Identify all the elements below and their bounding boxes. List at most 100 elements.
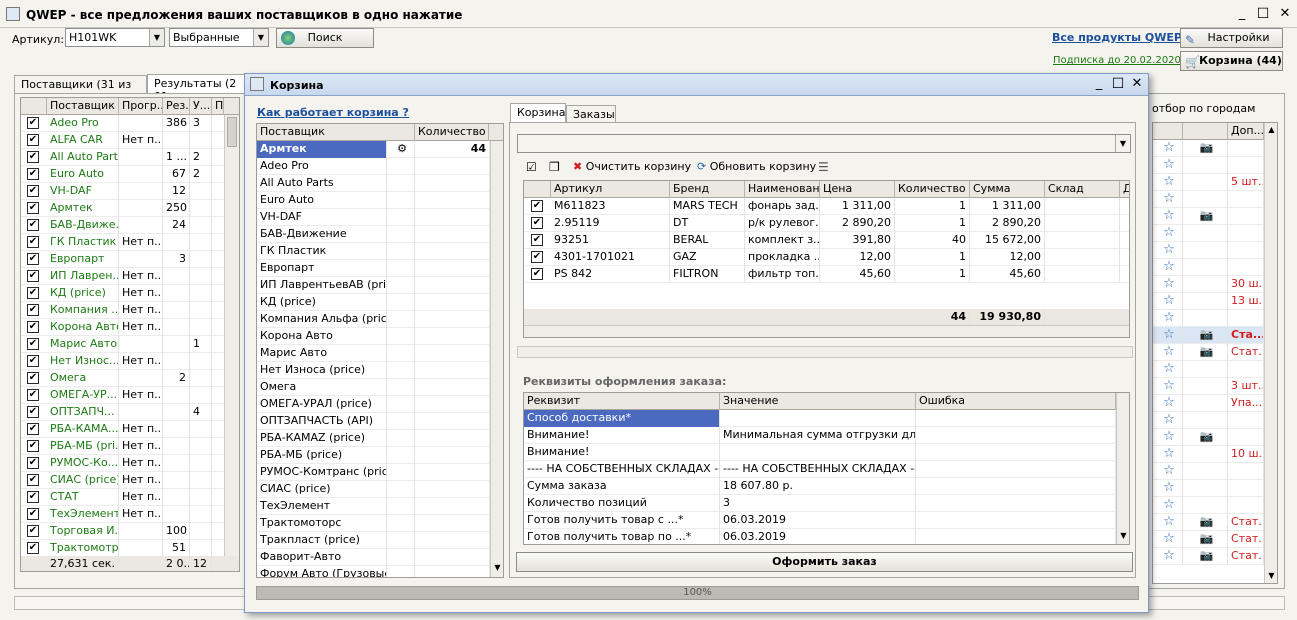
table-row[interactable]: ✔ Компания ... Нет п... [21,302,224,319]
table-row[interactable]: Внимание! [524,444,1116,461]
header-p[interactable]: П [212,98,224,115]
row-checkbox[interactable]: ✔ [27,372,39,384]
row-checkbox[interactable]: ✔ [27,338,39,350]
table-row[interactable]: ☆ [1153,259,1264,276]
row-checkbox[interactable]: ✔ [27,168,39,180]
row-checkbox[interactable]: ✔ [27,355,39,367]
tab-orders[interactable]: Заказы [566,105,616,123]
cart-hscrollbar[interactable] [524,325,1129,337]
table-row[interactable]: ☆ 📷 [1153,140,1264,157]
row-checkbox[interactable]: ✔ [27,457,39,469]
list-item[interactable]: Омега [257,379,490,396]
header-quantity[interactable]: Количество [895,181,970,198]
table-row[interactable]: ✔ Euro Auto 67 2 [21,166,224,183]
table-row[interactable]: ☆ [1153,225,1264,242]
row-checkbox[interactable]: ✔ [27,151,39,163]
row-checkbox[interactable]: ✔ [27,134,39,146]
scroll-down-icon[interactable]: ▼ [1266,571,1277,583]
favorite-star-icon[interactable]: ☆ [1153,242,1183,259]
order-value[interactable]: 18 607.80 р. [720,478,916,495]
camera-icon[interactable]: 📷 [1183,531,1228,548]
table-row[interactable]: ✔ ОМЕГА-УР... Нет п... [21,387,224,404]
maximize-icon[interactable]: ☐ [1254,6,1272,22]
row-checkbox[interactable]: ✔ [27,423,39,435]
list-item[interactable]: ОМЕГА-УРАЛ (price) [257,396,490,413]
table-row[interactable]: ☆ 📷 [1153,429,1264,446]
table-row[interactable]: ☆ [1153,497,1264,514]
minimize-icon[interactable]: _ [1090,76,1108,92]
table-row[interactable]: Готов получить товар с ...* 06.03.2019 [524,512,1116,529]
table-row[interactable]: ✔ РБА-КАМА... Нет п... [21,421,224,438]
table-row[interactable]: ✔ СИАС (price) Нет п... [21,472,224,489]
list-item[interactable]: Корона Авто [257,328,490,345]
favorite-star-icon[interactable]: ☆ [1153,310,1183,327]
table-row[interactable]: ✔ Марис Авто 1 [21,336,224,353]
table-row[interactable]: ---- НА СОБСТВЕННЫХ СКЛАДАХ ---- ---- НА … [524,461,1116,478]
favorite-star-icon[interactable]: ☆ [1153,140,1183,157]
table-row[interactable]: ✔ Adeo Pro 386 3 [21,115,224,132]
order-value[interactable] [720,444,916,461]
row-checkbox[interactable]: ✔ [531,234,543,246]
row-checkbox[interactable]: ✔ [27,440,39,452]
favorite-star-icon[interactable]: ☆ [1153,208,1183,225]
row-checkbox[interactable]: ✔ [27,236,39,248]
close-icon[interactable]: ✕ [1128,76,1146,92]
header-supplier[interactable]: Поставщик [47,98,119,115]
favorite-star-icon[interactable]: ☆ [1153,429,1183,446]
list-item[interactable]: Европарт [257,260,490,277]
table-row[interactable]: ☆ [1153,480,1264,497]
table-row[interactable]: ☆ [1153,310,1264,327]
export-icon[interactable]: ☰ [818,160,829,174]
header-d[interactable]: Д [1120,181,1129,198]
table-row[interactable]: ✔ 93251 BERAL комплект з... 391,80 40 15 672,0… [524,232,1129,249]
table-row[interactable]: ✔ Омега 2 [21,370,224,387]
table-row[interactable]: ☆📷Стат... [1153,531,1264,548]
favorite-star-icon[interactable]: ☆ [1153,548,1183,565]
subscription-link[interactable]: Подписка до 20.02.2020 [1053,55,1181,66]
filter-combo[interactable]: Выбранные ▼ [169,28,269,47]
header-article[interactable]: Артикул [551,181,670,198]
cart-button[interactable]: 🛒 Корзина (44) [1180,51,1283,71]
table-row[interactable]: ☆ 📷 Ста... [1153,327,1264,344]
header-results[interactable]: Рез... [163,98,190,115]
article-combo[interactable]: H101WK ▼ [65,28,165,47]
favorite-star-icon[interactable]: ☆ [1153,225,1183,242]
table-row[interactable]: ✔ 4301-1701021 GAZ прокладка ... 12,00 1 12,00 [524,249,1129,266]
table-row[interactable]: ☆ [1153,412,1264,429]
table-row[interactable]: ✔ VH-DAF 12 [21,183,224,200]
header-price[interactable]: Цена [820,181,895,198]
header-sum[interactable]: Сумма [970,181,1045,198]
table-row[interactable]: ✔ Торговая И... 100 [21,523,224,540]
order-value[interactable] [720,410,916,427]
row-checkbox[interactable]: ✔ [27,117,39,129]
close-icon[interactable]: ✕ [1276,6,1294,22]
table-row[interactable]: ✔ 2.95119 DT р/к рулевог... 2 890,20 1 2 890,2… [524,215,1129,232]
select-all-icon[interactable]: ☑ [526,160,537,174]
favorite-star-icon[interactable]: ☆ [1153,293,1183,310]
scroll-down-icon[interactable]: ▼ [1118,531,1129,543]
copy-icon[interactable]: ❐ [549,160,560,174]
order-value[interactable]: Минимальная сумма отгрузки для ... [720,427,916,444]
table-row[interactable]: ✔ СТАТ Нет п... [21,489,224,506]
camera-icon[interactable]: 📷 [1183,548,1228,565]
table-row[interactable]: ✔ Европарт 3 [21,251,224,268]
row-checkbox[interactable]: ✔ [27,219,39,231]
row-checkbox[interactable]: ✔ [531,251,543,263]
list-item[interactable]: ОПТЗАПЧАСТЬ (API) [257,413,490,430]
maximize-icon[interactable]: ☐ [1109,76,1127,92]
list-item[interactable]: ИП ЛаврентьевАВ (price) [257,277,490,294]
list-item[interactable]: РБА-МБ (price) [257,447,490,464]
row-checkbox[interactable]: ✔ [27,270,39,282]
row-checkbox[interactable]: ✔ [531,268,543,280]
header-warehouse[interactable]: Склад [1045,181,1120,198]
table-row[interactable]: ✔ PS 842 FILTRON фильтр топ... 45,60 1 45,60 [524,266,1129,283]
table-row[interactable]: ✔ Трактомотрс 51 [21,540,224,557]
row-checkbox[interactable]: ✔ [27,508,39,520]
favorite-star-icon[interactable]: ☆ [1153,531,1183,548]
table-row[interactable]: ☆ 5 шт... [1153,174,1264,191]
row-checkbox[interactable]: ✔ [27,406,39,418]
row-checkbox[interactable]: ✔ [27,525,39,537]
table-row[interactable]: ☆ 10 ш... [1153,446,1264,463]
row-checkbox[interactable]: ✔ [531,200,543,212]
list-item[interactable]: РУМОС-Комтранс (price) [257,464,490,481]
